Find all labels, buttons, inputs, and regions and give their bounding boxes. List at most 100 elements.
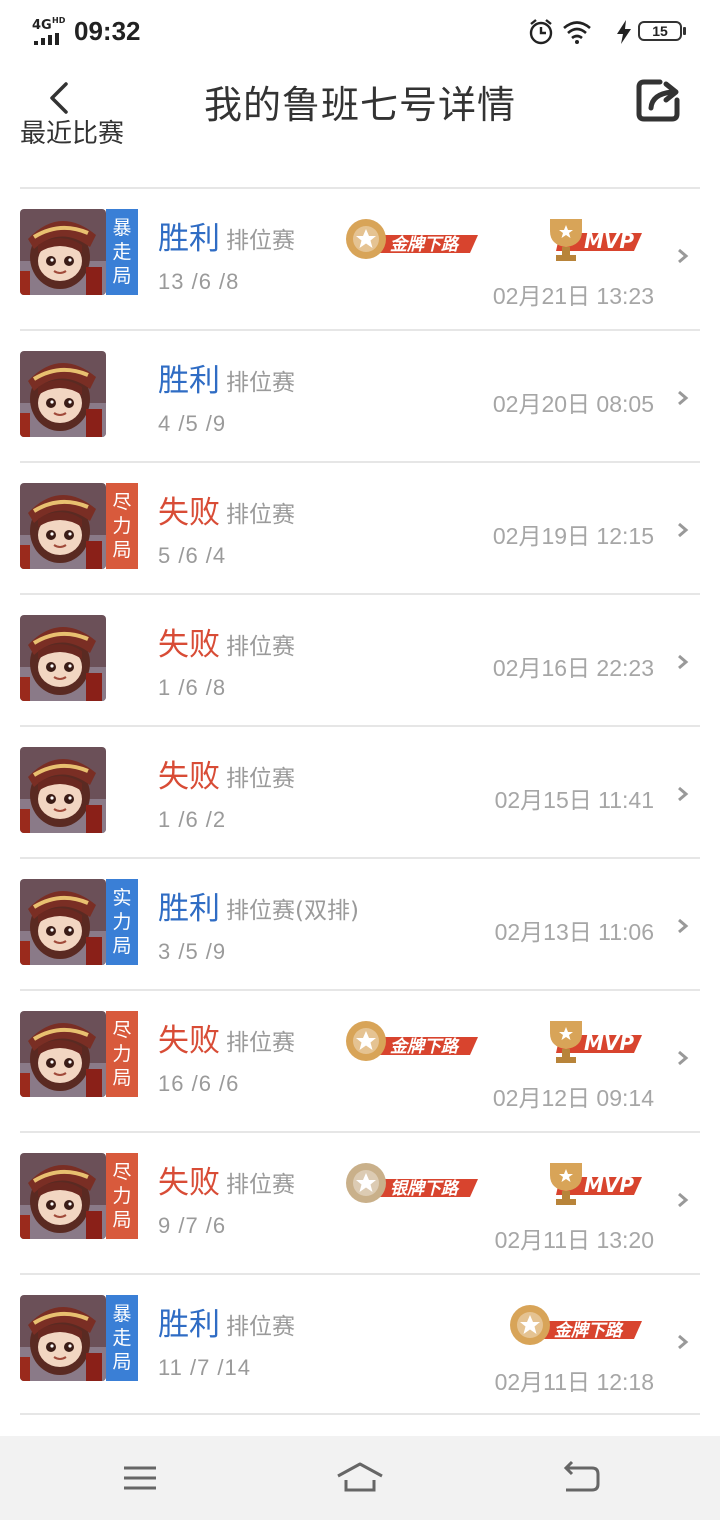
match-mode: 排位赛 bbox=[226, 1030, 295, 1056]
divider bbox=[20, 1413, 700, 1415]
hero-avatar bbox=[20, 615, 106, 701]
match-date: 02月11日 12:18 bbox=[494, 1369, 654, 1395]
section-title: 最近比赛 bbox=[20, 119, 125, 144]
chevron-right-icon bbox=[678, 918, 689, 934]
match-result: 失败 bbox=[158, 1165, 220, 1201]
match-mode: 排位赛 bbox=[226, 1314, 295, 1340]
badges: 金牌下路 MVP bbox=[346, 217, 642, 263]
wifi-icon bbox=[563, 21, 591, 44]
match-tag: 暴走局 bbox=[106, 1295, 138, 1381]
match-kda: 13 /6 /8 bbox=[158, 269, 240, 294]
menu-icon[interactable] bbox=[114, 1456, 166, 1500]
match-kda: 3 /5 /9 bbox=[158, 939, 227, 964]
match-kda: 4 /5 /9 bbox=[158, 411, 227, 436]
chevron-right-icon bbox=[678, 1050, 689, 1066]
match-row[interactable]: 暴走局 胜利 排位赛 11 /7 /14 02月11日 12:18 金牌下路 bbox=[0, 1275, 720, 1415]
medal-label: 金牌下路 bbox=[390, 235, 458, 255]
hero-avatar bbox=[20, 483, 106, 569]
hero-avatar bbox=[20, 1153, 106, 1239]
hero-avatar bbox=[20, 1011, 106, 1097]
match-kda: 9 /7 /6 bbox=[158, 1213, 227, 1238]
match-date: 02月13日 11:06 bbox=[494, 919, 654, 945]
back-icon[interactable] bbox=[554, 1456, 606, 1500]
match-mode: 排位赛 bbox=[226, 228, 295, 254]
match-tag: 尽力局 bbox=[106, 483, 138, 569]
match-kda: 5 /6 /4 bbox=[158, 543, 227, 568]
alarm-icon bbox=[529, 19, 553, 45]
match-result: 失败 bbox=[158, 627, 220, 663]
match-tag-text: 尽力局 bbox=[112, 1019, 132, 1089]
status-bar: 4G HD 09:32 15 bbox=[0, 0, 720, 64]
match-row[interactable]: 尽力局 失败 排位赛 5 /6 /4 02月19日 12:15 bbox=[0, 463, 720, 595]
match-date: 02月21日 13:23 bbox=[492, 283, 654, 309]
match-tag-text: 暴走局 bbox=[112, 217, 132, 287]
match-tag: 尽力局 bbox=[106, 1011, 138, 1097]
match-tag: 暴走局 bbox=[106, 209, 138, 295]
match-date: 02月20日 08:05 bbox=[492, 391, 654, 417]
match-mode: 排位赛(双排) bbox=[226, 898, 359, 924]
match-tag-text: 尽力局 bbox=[112, 491, 132, 561]
badges: 金牌下路 MVP bbox=[346, 1019, 642, 1065]
match-mode: 排位赛 bbox=[226, 634, 295, 660]
match-row[interactable]: 失败 排位赛 1 /6 /2 02月15日 11:41 bbox=[0, 727, 720, 859]
battery-cap bbox=[683, 27, 686, 35]
match-result: 失败 bbox=[158, 495, 220, 531]
match-mode: 排位赛 bbox=[226, 502, 295, 528]
charging-icon bbox=[617, 20, 631, 44]
network-hd: HD bbox=[52, 16, 66, 25]
hero-avatar bbox=[20, 209, 106, 295]
match-result: 胜利 bbox=[158, 891, 220, 927]
match-row[interactable]: 尽力局 失败 排位赛 9 /7 /6 02月11日 13:20 银牌下路 MVP bbox=[0, 1133, 720, 1275]
match-list: 暴走局 胜利 排位赛 13 /6 /8 02月21日 13:23 金牌下路 MV… bbox=[0, 189, 720, 1415]
badges: 金牌下路 bbox=[402, 1303, 642, 1349]
chevron-right-icon bbox=[678, 248, 689, 264]
match-mode: 排位赛 bbox=[226, 766, 295, 792]
match-row[interactable]: 暴走局 胜利 排位赛 13 /6 /8 02月21日 13:23 金牌下路 MV… bbox=[0, 189, 720, 331]
match-kda: 1 /6 /2 bbox=[158, 807, 227, 832]
match-row[interactable]: 失败 排位赛 1 /6 /8 02月16日 22:23 bbox=[0, 595, 720, 727]
badges: 银牌下路 MVP bbox=[346, 1161, 642, 1207]
signal-icon bbox=[34, 33, 59, 45]
system-nav-bar bbox=[0, 1436, 720, 1520]
battery-icon: 15 bbox=[638, 21, 682, 41]
match-result: 胜利 bbox=[158, 363, 220, 399]
match-result: 失败 bbox=[158, 759, 220, 795]
chevron-right-icon bbox=[678, 786, 689, 802]
medal-label: 金牌下路 bbox=[390, 1037, 458, 1057]
match-mode: 排位赛 bbox=[226, 370, 295, 396]
match-date: 02月12日 09:14 bbox=[492, 1085, 654, 1111]
network-type: 4G bbox=[32, 18, 52, 33]
battery-level: 15 bbox=[652, 23, 668, 39]
match-row[interactable]: 实力局 胜利 排位赛(双排) 3 /5 /9 02月13日 11:06 bbox=[0, 859, 720, 991]
match-tag: 尽力局 bbox=[106, 1153, 138, 1239]
match-tag-text: 暴走局 bbox=[112, 1303, 132, 1373]
share-button[interactable] bbox=[634, 74, 686, 126]
mvp-label: MVP bbox=[583, 229, 634, 253]
match-result: 胜利 bbox=[158, 1307, 220, 1343]
chevron-right-icon bbox=[678, 1334, 689, 1350]
mvp-label: MVP bbox=[583, 1173, 634, 1197]
match-date: 02月11日 13:20 bbox=[494, 1227, 654, 1253]
hero-avatar bbox=[20, 351, 106, 437]
hero-avatar bbox=[20, 1295, 106, 1381]
hero-avatar bbox=[20, 879, 106, 965]
clock: 09:32 bbox=[74, 16, 141, 46]
match-kda: 16 /6 /6 bbox=[158, 1071, 240, 1096]
chevron-right-icon bbox=[678, 654, 689, 670]
chevron-right-icon bbox=[678, 390, 689, 406]
home-icon[interactable] bbox=[332, 1456, 388, 1500]
match-row[interactable]: 尽力局 失败 排位赛 16 /6 /6 02月12日 09:14 金牌下路 MV… bbox=[0, 991, 720, 1133]
medal-label: 银牌下路 bbox=[390, 1179, 458, 1199]
chevron-right-icon bbox=[678, 1192, 689, 1208]
medal-label: 金牌下路 bbox=[554, 1321, 622, 1341]
match-date: 02月19日 12:15 bbox=[492, 523, 654, 549]
match-date: 02月15日 11:41 bbox=[494, 787, 654, 813]
mvp-label: MVP bbox=[583, 1031, 634, 1055]
match-mode: 排位赛 bbox=[226, 1172, 295, 1198]
match-row[interactable]: 胜利 排位赛 4 /5 /9 02月20日 08:05 bbox=[0, 331, 720, 463]
match-kda: 11 /7 /14 bbox=[158, 1355, 251, 1380]
match-result: 失败 bbox=[158, 1023, 220, 1059]
match-date: 02月16日 22:23 bbox=[492, 655, 654, 681]
match-tag-text: 实力局 bbox=[112, 887, 132, 957]
match-kda: 1 /6 /8 bbox=[158, 675, 227, 700]
